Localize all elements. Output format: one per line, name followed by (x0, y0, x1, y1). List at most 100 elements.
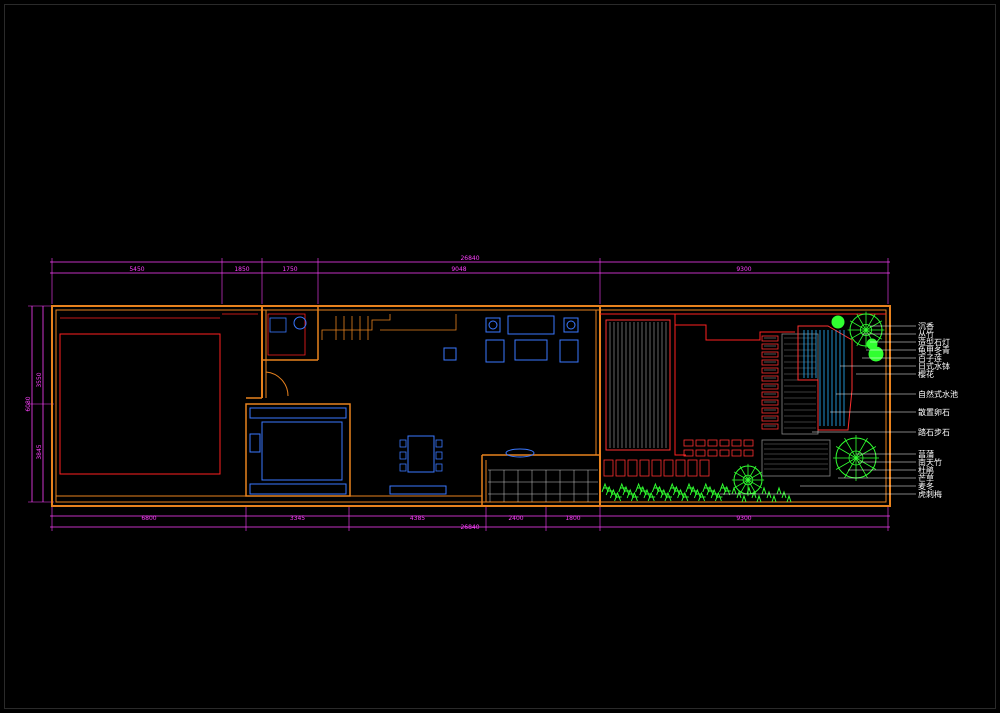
top-segment-dim: 5450 (129, 266, 144, 273)
plant-label: 虎刺梅 (918, 489, 942, 499)
paving-block (719, 439, 730, 447)
left-segment-dim: 3845 (36, 444, 43, 459)
cad-drawing-canvas: 26840 5450 1850 1750 9048 9300 6800 3345 4385 240… (0, 0, 1000, 713)
shrub (866, 338, 878, 350)
basin (269, 317, 287, 333)
stepping-stone (761, 399, 779, 406)
paving-block (687, 459, 698, 477)
armchair-right (559, 339, 579, 363)
bottom-segment-dim: 3345 (290, 515, 305, 522)
stepping-stone (761, 375, 779, 382)
left-total-dim: 6080 (25, 396, 32, 411)
paving-block (699, 459, 710, 477)
paving-block (707, 439, 718, 447)
stepping-stone (761, 367, 779, 374)
ground-cover (766, 490, 772, 499)
top-segment-dim: 1850 (234, 266, 249, 273)
toilet (293, 316, 307, 330)
stair-landing (380, 314, 457, 331)
dimension-labels: 26840 5450 1850 1750 9048 9300 6800 3345 4385 240… (25, 255, 752, 531)
side-table-left (485, 317, 501, 333)
stair-rail (321, 314, 391, 340)
tv-unit (443, 347, 457, 361)
stepping-stone (761, 359, 779, 366)
ground-cover (741, 494, 747, 503)
bottom-total-dim: 26840 (460, 524, 479, 531)
paving-block (731, 449, 742, 457)
paving-block (675, 459, 686, 477)
ground-cover (776, 486, 782, 495)
sofa-back (507, 315, 555, 335)
paving-block (719, 449, 730, 457)
stepping-stone (761, 423, 779, 430)
bed (261, 421, 343, 481)
door-arc (265, 371, 289, 397)
paving-block (627, 459, 638, 477)
floor-plan: 26840 5450 1850 1750 9048 9300 6800 3345 4385 240… (25, 255, 958, 531)
paving-block (731, 439, 742, 447)
dining-chair (435, 451, 443, 460)
cabinet (249, 483, 347, 495)
wardrobe (249, 407, 347, 419)
dining-chair (399, 451, 407, 460)
ground-cover (771, 494, 777, 503)
dimension-lines (28, 258, 890, 531)
paving-block (651, 459, 662, 477)
ground-cover (756, 494, 762, 503)
plant-label: 散置卵石 (918, 407, 950, 417)
ground-cover (781, 490, 787, 499)
top-segment-dim: 1750 (282, 266, 297, 273)
stepping-stone (761, 351, 779, 358)
dining-chair (399, 439, 407, 448)
room-left-red (59, 333, 221, 475)
stepping-stone (761, 335, 779, 342)
bottom-segment-dim: 6800 (141, 515, 156, 522)
stepping-stone (761, 343, 779, 350)
sideboard (389, 485, 447, 495)
left-segment-dim: 3550 (36, 372, 43, 387)
plant-labels: 沉香丛竹造型石灯龟甲冬青百子莲日式水钵樱花自然式水池散置卵石踏石步石菖蒲南天竹杜… (720, 321, 958, 499)
plant-label: 自然式水池 (918, 389, 958, 399)
tree-top-right (847, 311, 885, 349)
tree-bottom-right (833, 435, 879, 481)
paving-block (707, 449, 718, 457)
side-table-right (563, 317, 579, 333)
terrace-outline (674, 314, 686, 456)
paving-block (615, 459, 626, 477)
stepping-stone (761, 391, 779, 398)
plant-label: 樱花 (918, 369, 934, 379)
sink (505, 448, 535, 458)
bottom-segment-dim: 9300 (736, 515, 751, 522)
nightstand (249, 433, 261, 453)
ground-cover (761, 486, 767, 495)
paving-block (683, 439, 694, 447)
top-segment-dim: 9048 (451, 266, 466, 273)
stepping-stone (761, 383, 779, 390)
paving-block (663, 459, 674, 477)
dining-chair (399, 463, 407, 472)
ground-cover (731, 486, 737, 495)
bottom-segment-dim: 4385 (410, 515, 425, 522)
top-total-dim: 26840 (460, 255, 479, 262)
top-segment-dim: 9300 (736, 266, 751, 273)
dining-chair (435, 439, 443, 448)
shrub (831, 315, 845, 329)
plant-label: 踏石步石 (918, 427, 950, 437)
gravel-bed (761, 439, 831, 477)
dining-table (407, 435, 435, 473)
stepping-stone (761, 407, 779, 414)
paving-block (695, 449, 706, 457)
gravel-area (781, 333, 819, 435)
bottom-segment-dim: 1800 (565, 515, 580, 522)
bottom-segment-dim: 2400 (508, 515, 523, 522)
lamp-left (488, 320, 498, 330)
stepping-stone (761, 415, 779, 422)
bath-red (267, 313, 306, 356)
armchair-left (485, 339, 505, 363)
paving-block (743, 439, 754, 447)
paving-block (695, 439, 706, 447)
dining-chair (435, 463, 443, 472)
furniture (249, 315, 579, 495)
paving-block (603, 459, 614, 477)
garden-path-edge (675, 324, 795, 341)
